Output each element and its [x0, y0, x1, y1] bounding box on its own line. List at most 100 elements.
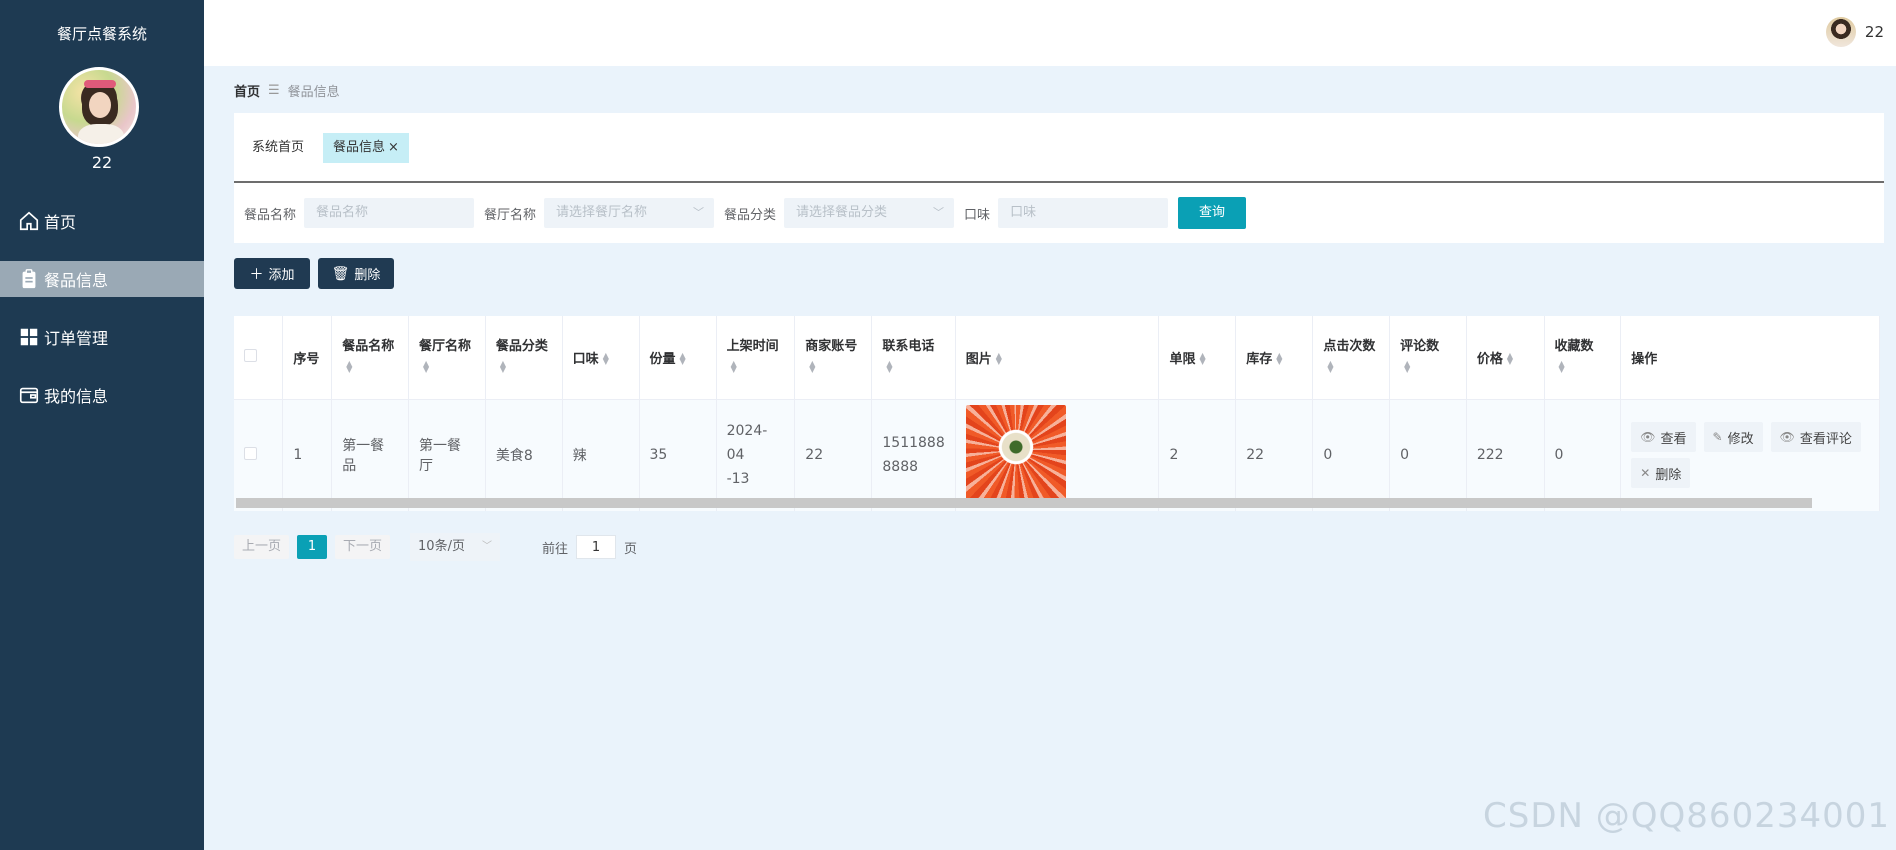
- header-favorites[interactable]: 收藏数 ▲ ▼: [1544, 316, 1622, 400]
- cell-taste: 辣: [562, 399, 640, 511]
- header-index: 序号: [282, 316, 333, 400]
- chevron-down-icon: ﹀: [482, 541, 493, 552]
- breadcrumb-current: 餐品信息: [287, 85, 340, 100]
- sort-icon[interactable]: ▲ ▼: [680, 352, 688, 366]
- tab-home[interactable]: 系统首页: [242, 133, 314, 163]
- header-label: 点击次数: [1323, 339, 1376, 355]
- header-clicks[interactable]: 点击次数 ▲ ▼: [1312, 316, 1391, 400]
- sidebar-item-orders[interactable]: 订单管理: [0, 319, 204, 355]
- sort-icon[interactable]: ▲ ▼: [346, 359, 354, 373]
- view-button[interactable]: 👁 查看: [1631, 422, 1696, 453]
- sort-icon[interactable]: ▲ ▼: [1276, 352, 1284, 366]
- header-dish-name[interactable]: 餐品名称 ▲ ▼: [331, 316, 410, 400]
- sort-icon[interactable]: ▲ ▼: [1559, 359, 1567, 373]
- taste-input[interactable]: 口味: [998, 198, 1169, 228]
- sort-icon[interactable]: ▲ ▼: [731, 359, 739, 373]
- query-button[interactable]: 查询: [1178, 197, 1247, 229]
- edit-button[interactable]: ✎ 修改: [1703, 422, 1763, 453]
- sidebar-item-home[interactable]: 首页: [0, 203, 204, 239]
- add-button[interactable]: ＋ 添加: [234, 258, 310, 289]
- taste-placeholder: 口味: [1010, 205, 1037, 220]
- plus-icon: ＋: [249, 266, 264, 283]
- topbar-avatar[interactable]: [1826, 17, 1856, 47]
- header-label: 餐品名称: [342, 339, 395, 355]
- sort-icon[interactable]: ▲ ▼: [1404, 359, 1412, 373]
- sidebar-avatar[interactable]: [59, 67, 139, 147]
- header-label: 联系电话: [882, 339, 935, 355]
- sort-icon[interactable]: ▲ ▼: [603, 352, 611, 366]
- header-label: 收藏数: [1554, 339, 1594, 355]
- clipboard-icon: [22, 269, 36, 289]
- header-restaurant[interactable]: 餐厅名称 ▲ ▼: [408, 316, 486, 400]
- prev-page-button[interactable]: 上一页: [234, 535, 290, 559]
- sort-icon[interactable]: ▲ ▼: [886, 359, 894, 373]
- category-label: 餐品分类: [724, 207, 777, 223]
- table-row[interactable]: 1 第一餐品 第一餐厅 美食8 辣 35 2024-04 -13 22 15118…: [234, 399, 1880, 511]
- horizontal-scrollbar[interactable]: [236, 498, 1812, 508]
- sidebar-item-profile[interactable]: 我的信息: [0, 377, 204, 413]
- table-header-row: 序号 餐品名称 ▲ ▼ 餐厅名称 ▲ ▼ 餐品分类 ▲ ▼ 口味 ▲ ▼ 份量 ▲ ▼ 上架时间 ▲ ▼…: [234, 316, 1880, 400]
- category-select[interactable]: 请选择餐品分类 ﹀: [784, 198, 955, 228]
- sort-icon[interactable]: ▲ ▼: [996, 352, 1004, 366]
- cell-limit: 2: [1158, 399, 1237, 511]
- dish-name-placeholder: 餐品名称: [316, 205, 369, 220]
- page-size-value: 10条/页: [418, 539, 465, 554]
- select-all-checkbox[interactable]: [244, 348, 257, 362]
- sort-icon[interactable]: ▲ ▼: [1199, 352, 1207, 366]
- close-icon[interactable]: ×: [388, 140, 399, 155]
- header-image[interactable]: 图片 ▲ ▼: [955, 316, 1160, 400]
- eye-icon: 👁: [1640, 430, 1656, 445]
- page-number-button[interactable]: 1: [297, 535, 328, 559]
- topbar-username[interactable]: 22: [1865, 23, 1884, 41]
- dish-name-input[interactable]: 餐品名称: [304, 198, 475, 228]
- header-taste[interactable]: 口味 ▲ ▼: [562, 316, 640, 400]
- header-label: 单限: [1169, 351, 1196, 367]
- header-merchant[interactable]: 商家账号 ▲ ▼: [794, 316, 873, 400]
- delete-button[interactable]: 🗑 删除: [318, 258, 394, 289]
- search-panel: 餐品名称 餐品名称 餐厅名称 请选择餐厅名称 ﹀ 餐品分类 请选择餐品分类 ﹀ 口味…: [234, 183, 1884, 243]
- sidebar-item-dishes[interactable]: 餐品信息: [0, 261, 204, 297]
- tab-label: 系统首页: [252, 140, 305, 155]
- restaurant-select[interactable]: 请选择餐厅名称 ﹀: [544, 198, 715, 228]
- grid-icon: [20, 328, 38, 346]
- header-time[interactable]: 上架时间 ▲ ▼: [716, 316, 796, 400]
- header-category[interactable]: 餐品分类 ▲ ▼: [485, 316, 563, 400]
- cell-price: 222: [1466, 399, 1545, 511]
- category-placeholder: 请选择餐品分类: [796, 205, 888, 220]
- restaurant-placeholder: 请选择餐厅名称: [556, 205, 648, 220]
- tab-dishes[interactable]: 餐品信息 ×: [323, 133, 409, 163]
- wallet-icon: [19, 387, 39, 404]
- sidebar: 餐厅点餐系统 22 首页 餐品信息 订单管理 我的信息: [0, 0, 204, 850]
- header-limit[interactable]: 单限 ▲ ▼: [1158, 316, 1237, 400]
- next-page-button[interactable]: 下一页: [335, 535, 391, 559]
- cell-stock: 22: [1235, 399, 1314, 511]
- header-portion[interactable]: 份量 ▲ ▼: [639, 316, 717, 400]
- header-comments[interactable]: 评论数 ▲ ▼: [1389, 316, 1467, 400]
- dish-image[interactable]: [965, 405, 1066, 506]
- view-comments-button[interactable]: 👁 查看评论: [1770, 422, 1861, 453]
- phone-part: 1511888: [882, 435, 945, 452]
- goto-label: 前往: [542, 541, 569, 557]
- header-label: 图片: [965, 351, 992, 367]
- header-label: 份量: [649, 351, 676, 367]
- sort-icon[interactable]: ▲ ▼: [500, 359, 508, 373]
- sort-icon[interactable]: ▲ ▼: [809, 359, 817, 373]
- breadcrumb-home[interactable]: 首页: [234, 81, 260, 100]
- phone-part: 8888: [882, 459, 919, 476]
- breadcrumb-separator: ☰: [268, 83, 280, 98]
- header-stock[interactable]: 库存 ▲ ▼: [1235, 316, 1314, 400]
- header-label: 餐品分类: [495, 339, 548, 355]
- goto-page-input[interactable]: 1: [576, 535, 617, 559]
- sidebar-item-label: 我的信息: [44, 387, 109, 406]
- sort-icon[interactable]: ▲ ▼: [423, 359, 431, 373]
- cell-merchant: 22: [794, 399, 873, 511]
- sort-icon[interactable]: ▲ ▼: [1507, 352, 1515, 366]
- row-select-cell: [234, 399, 284, 511]
- header-label: 评论数: [1400, 339, 1440, 355]
- page-size-select[interactable]: 10条/页 ﹀: [410, 533, 501, 561]
- row-checkbox[interactable]: [244, 446, 257, 460]
- row-delete-button[interactable]: ✕ 删除: [1631, 458, 1691, 489]
- header-phone[interactable]: 联系电话 ▲ ▼: [871, 316, 956, 400]
- sort-icon[interactable]: ▲ ▼: [1327, 359, 1335, 373]
- header-price[interactable]: 价格 ▲ ▼: [1466, 316, 1545, 400]
